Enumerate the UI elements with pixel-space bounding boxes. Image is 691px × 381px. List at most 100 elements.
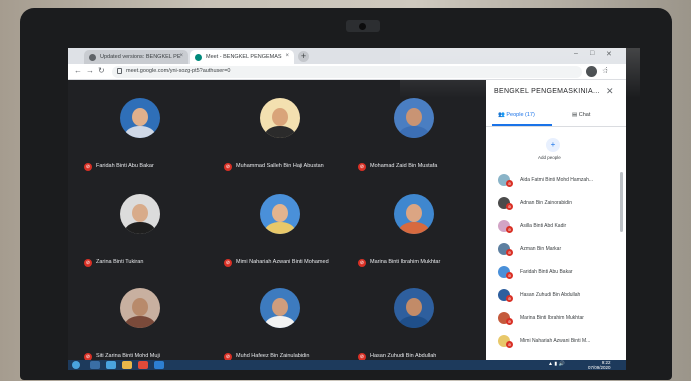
participant-name: Faridah Binti Abu Bakar <box>96 163 154 169</box>
reload-icon[interactable]: ↻ <box>98 66 105 75</box>
participant-avatar <box>120 288 160 328</box>
participant-tile[interactable]: ⊘ Marina Binti Ibrahim Mukhtar <box>344 182 484 278</box>
participant-name: Hasan Zuhudi Bin Abdullah <box>520 292 581 298</box>
avatar-body <box>265 222 295 234</box>
avatar-head <box>132 108 148 126</box>
url-text[interactable]: meet.google.com/yni-sozg-pt5?authuser=0 <box>126 68 230 74</box>
close-tab-icon[interactable]: × <box>179 53 183 59</box>
participant-avatar <box>120 98 160 138</box>
avatar-head <box>272 298 288 316</box>
divider <box>486 126 626 127</box>
avatar-head <box>132 298 148 316</box>
participant-avatar <box>394 194 434 234</box>
chrome-icon[interactable] <box>138 361 148 369</box>
list-item[interactable]: ⊘ Faridah Binti Abu Bakar <box>486 262 626 284</box>
avatar-body <box>399 126 429 138</box>
list-item[interactable]: ⊘ Marina Binti Ibrahim Mukhtar <box>486 308 626 330</box>
mic-muted-icon: ⊘ <box>506 341 513 348</box>
address-bar[interactable]: meet.google.com/yni-sozg-pt5?authuser=0 … <box>112 66 608 78</box>
mic-muted-icon: ⊘ <box>358 163 366 171</box>
edge-icon[interactable] <box>154 361 164 369</box>
participant-tile[interactable]: ⊘ Siti Zarina Binti Mohd Muji <box>70 276 210 370</box>
lock-icon <box>117 68 122 74</box>
avatar-body <box>125 126 155 138</box>
tab-chat[interactable]: ▤ Chat <box>572 112 590 118</box>
close-panel-icon[interactable]: ✕ <box>606 86 614 97</box>
webcam <box>346 20 380 32</box>
list-item[interactable]: ⊘ Aida Fatmi Binti Mohd Hamzah... <box>486 170 626 192</box>
participant-avatar <box>260 98 300 138</box>
add-people-icon[interactable]: + <box>546 138 560 152</box>
mic-muted-icon: ⊘ <box>506 203 513 210</box>
participant-name: Aida Fatmi Binti Mohd Hamzah... <box>520 177 594 183</box>
forward-arrow-icon[interactable]: → <box>86 66 94 75</box>
back-arrow-icon[interactable]: ← <box>74 66 82 75</box>
participant-tile[interactable]: ⊘ Mimi Nahariah Azwani Binti Mohamed <box>210 182 350 278</box>
participant-tile[interactable]: ⊘ Muhammad Salleh Bin Haji Abustan <box>210 86 350 182</box>
mic-muted-icon: ⊘ <box>506 180 513 187</box>
tab-title: Updated versions: BENGKEL PE <box>100 54 181 60</box>
participant-tile[interactable]: ⊘ Zarina Binti Tukiran <box>70 182 210 278</box>
avatar-head <box>272 204 288 222</box>
participant-name: Marina Binti Ibrahim Mukhtar <box>520 315 584 321</box>
avatar-head <box>132 204 148 222</box>
participant-name: Mimi Nahariah Azwani Binti Mohamed <box>236 259 329 265</box>
mic-muted-icon: ⊘ <box>506 249 513 256</box>
participant-tile[interactable]: ⊘ Faridah Binti Abu Bakar <box>70 86 210 182</box>
new-tab-button[interactable]: + <box>298 51 309 62</box>
participant-tile[interactable]: ⊘ Muhd Hafeez Bin Zainulabidin <box>210 276 350 370</box>
internet-explorer-icon[interactable] <box>106 361 116 369</box>
avatar-body <box>125 316 155 328</box>
browser-tab-active[interactable]: Meet - BENGKEL PENGEMAS × <box>190 50 294 64</box>
participant-name: Azman Bin Markar <box>520 246 562 252</box>
list-item[interactable]: ⊘ Mimi Nahariah Azwani Binti M... <box>486 331 626 353</box>
list-item[interactable]: ⊘ Adnan Bin Zainorabidin <box>486 193 626 215</box>
participant-name: Muhd Hafeez Bin Zainulabidin <box>236 353 310 359</box>
mic-muted-icon: ⊘ <box>506 295 513 302</box>
file-explorer-icon[interactable] <box>122 361 132 369</box>
chat-tab-label: Chat <box>578 112 591 118</box>
avatar-head <box>406 204 422 222</box>
maximize-icon[interactable]: □ <box>590 50 594 57</box>
clock[interactable]: 9:22 07/09/2020 <box>588 360 611 370</box>
add-people-button[interactable]: Add people <box>538 155 561 160</box>
participant-name: Marina Binti Ibrahim Mukhtar <box>370 259 441 265</box>
participant-name: Siti Zarina Binti Mohd Muji <box>96 353 160 359</box>
avatar-body <box>265 316 295 328</box>
avatar-body <box>125 222 155 234</box>
favicon-icon <box>89 54 96 61</box>
avatar-body <box>399 222 429 234</box>
tab-people[interactable]: 👥 People (17) <box>498 112 535 118</box>
avatar-body <box>265 126 295 138</box>
list-item[interactable]: ⊘ Asilla Binti Abd Kadir <box>486 216 626 238</box>
mic-muted-icon: ⊘ <box>506 226 513 233</box>
system-tray-icons[interactable]: ▲ ▮ 🔊 <box>548 361 565 367</box>
media-player-icon[interactable] <box>90 361 100 369</box>
participant-name: Mohamad Zaid Bin Mustafa <box>370 163 438 169</box>
mic-muted-icon: ⊘ <box>506 318 513 325</box>
people-panel: BENGKEL PENGEMASKINIA... ✕ 👥 People (17)… <box>486 80 626 370</box>
participant-name: Adnan Bin Zainorabidin <box>520 200 572 206</box>
browser-tab[interactable]: Updated versions: BENGKEL PE × <box>84 50 188 64</box>
participant-avatar <box>394 288 434 328</box>
start-button-icon[interactable] <box>72 361 80 369</box>
mic-muted-icon: ⊘ <box>84 259 92 267</box>
participant-name: Asilla Binti Abd Kadir <box>520 223 567 229</box>
minimize-icon[interactable]: – <box>574 50 578 57</box>
list-item[interactable]: ⊘ Hasan Zuhudi Bin Abdullah <box>486 285 626 307</box>
participant-avatar <box>120 194 160 234</box>
window-close-icon[interactable]: ✕ <box>606 50 612 58</box>
participant-tile[interactable]: ⊘ Mohamad Zaid Bin Mustafa <box>344 86 484 182</box>
scrollbar[interactable] <box>620 172 623 232</box>
browser-menu-icon[interactable]: ⋮ <box>603 66 610 74</box>
people-tab-label: People (17) <box>506 112 535 118</box>
meet-favicon-icon <box>195 54 202 61</box>
mic-muted-icon: ⊘ <box>224 259 232 267</box>
participant-name: Zarina Binti Tukiran <box>96 259 144 265</box>
list-item[interactable]: ⊘ Azman Bin Markar <box>486 239 626 261</box>
profile-avatar[interactable] <box>586 66 597 77</box>
participant-avatar <box>394 98 434 138</box>
participant-tile[interactable]: ⊘ Hasan Zuhudi Bin Abdullah <box>344 276 484 370</box>
participant-name: Mimi Nahariah Azwani Binti M... <box>520 338 591 344</box>
close-tab-icon[interactable]: × <box>285 53 289 59</box>
